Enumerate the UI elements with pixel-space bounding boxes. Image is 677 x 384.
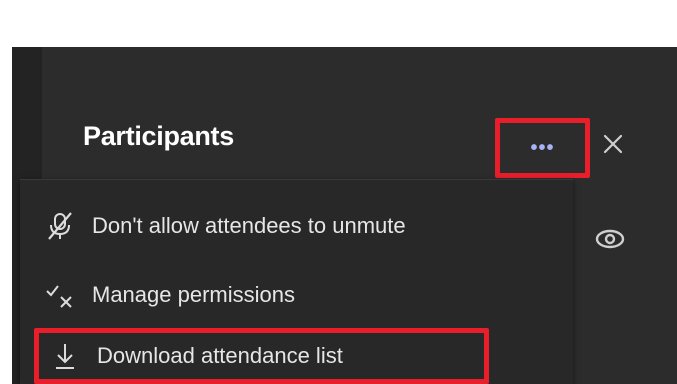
menu-item-label: Download attendance list [97,343,343,368]
menu-item-download-attendance[interactable]: Download attendance list [34,328,489,384]
menu-item-manage-permissions[interactable]: Manage permissions [42,267,295,323]
participants-panel: Participants ••• Don't allow attendees t… [12,47,677,384]
download-icon [47,338,83,374]
mic-off-icon [42,208,78,244]
close-icon[interactable] [598,129,628,159]
menu-item-dont-allow-unmute[interactable]: Don't allow attendees to unmute [42,198,406,254]
menu-item-label: Don't allow attendees to unmute [92,213,406,238]
menu-item-label: Manage permissions [92,282,295,307]
permissions-icon [42,277,78,313]
more-options-button[interactable]: ••• [495,118,590,178]
more-options-menu: Don't allow attendees to unmute Manage p… [20,179,573,384]
panel-title: Participants [83,121,234,151]
screenshot: Participants ••• Don't allow attendees t… [0,0,677,384]
eye-icon[interactable] [590,222,630,256]
